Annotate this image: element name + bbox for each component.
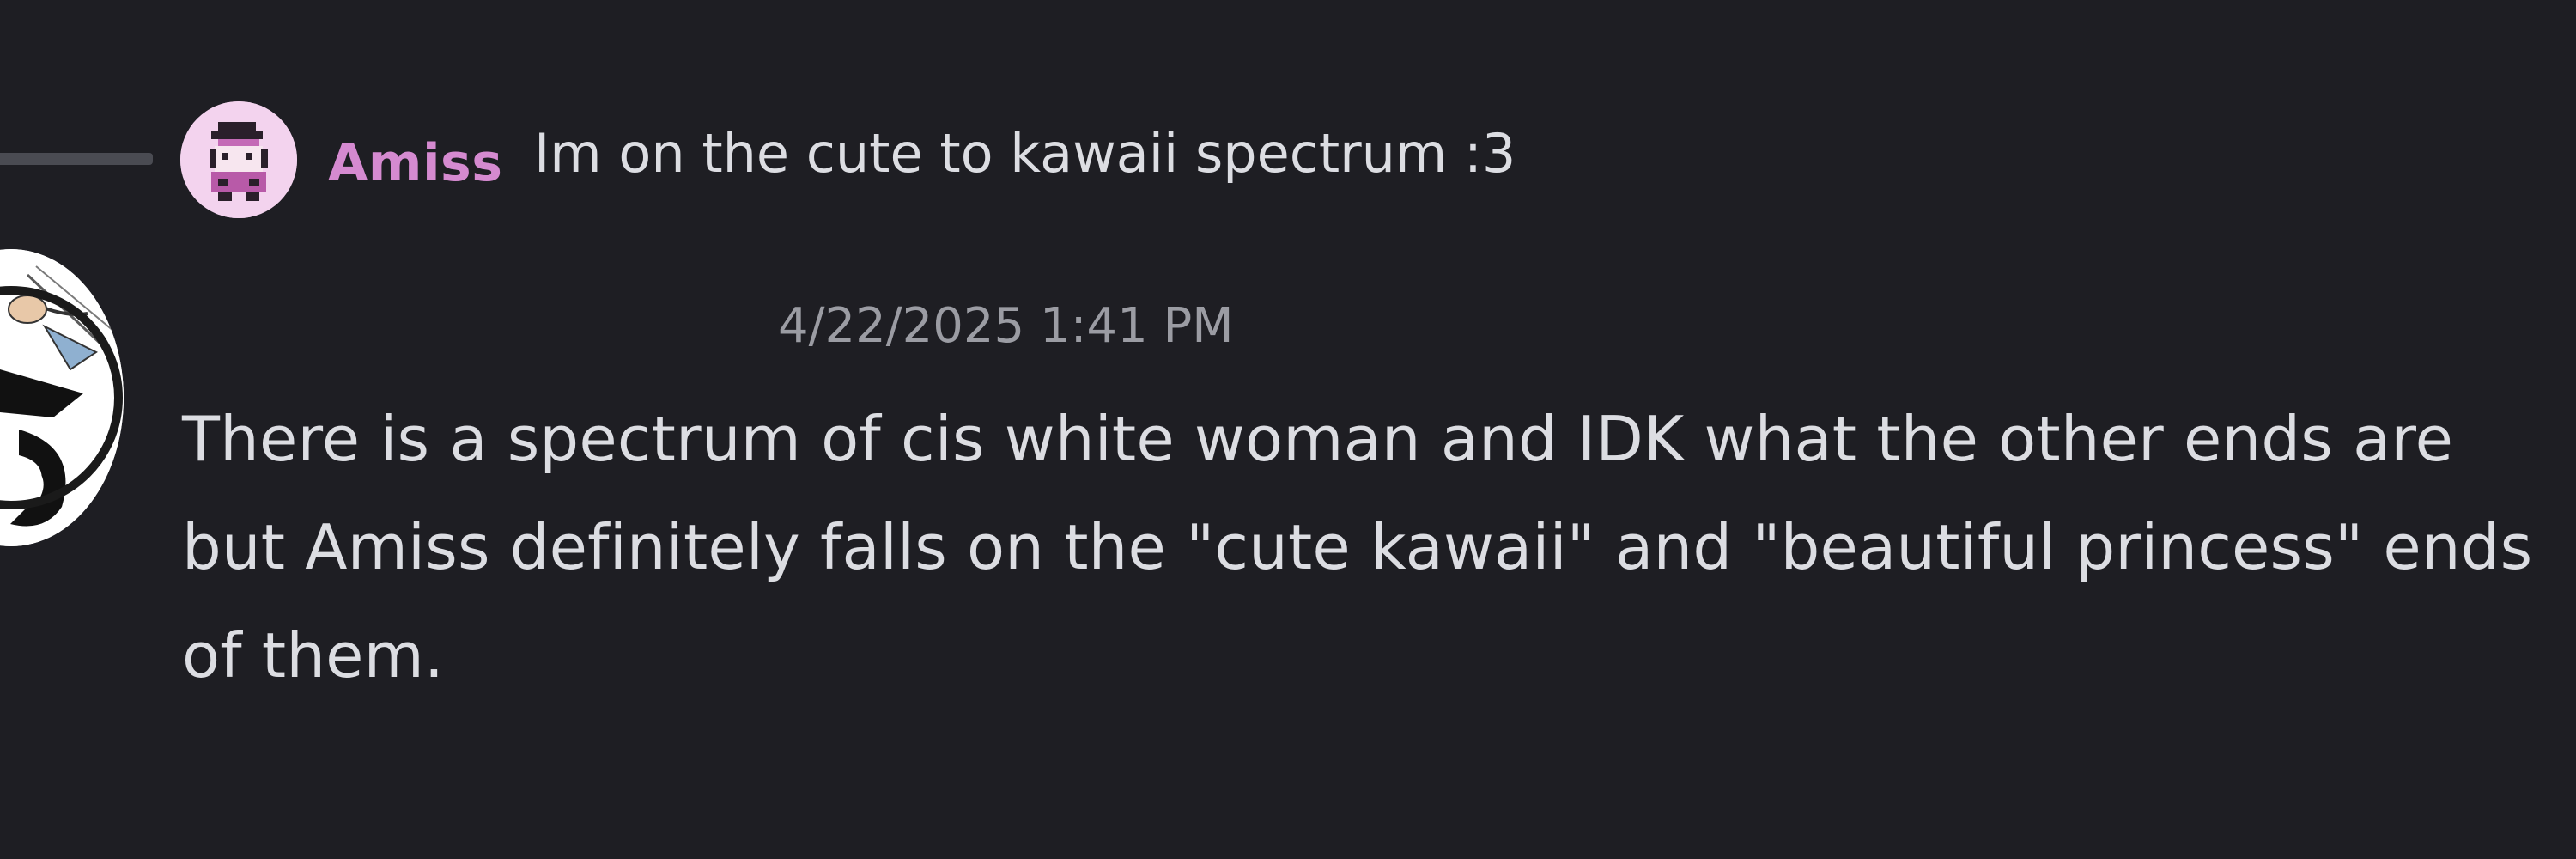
reply-author-name[interactable]: Amiss: [328, 129, 502, 198]
reply-message-preview[interactable]: Im on the cute to kawaii spectrum :3: [534, 115, 1516, 192]
message-author-avatar[interactable]: [0, 249, 124, 546]
reply-avatar[interactable]: [180, 101, 297, 218]
drawn-character-avatar-icon: [0, 249, 124, 546]
message-content: There is a spectrum of cis white woman a…: [182, 403, 2533, 691]
pixel-character-avatar-icon: [180, 101, 297, 218]
reply-connector-line: [0, 153, 153, 165]
chat-view: Amiss Im on the cute to kawaii spectrum …: [0, 0, 2576, 859]
message-timestamp: 4/22/2025 1:41 PM: [778, 298, 1234, 354]
